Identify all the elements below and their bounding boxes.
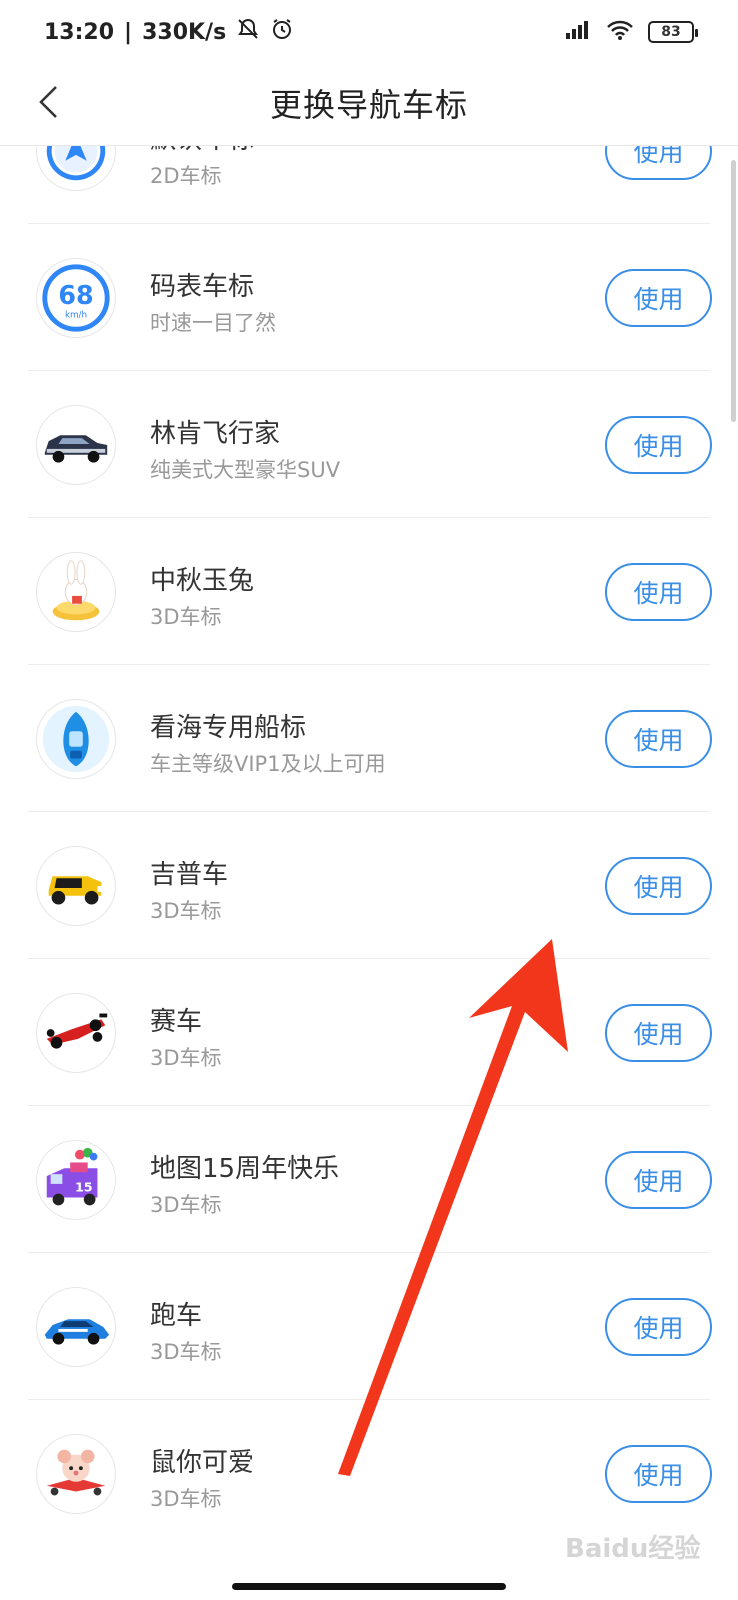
race-car-icon [36,993,116,1073]
boat-icon [36,699,116,779]
item-title: 看海专用船标 [150,713,307,743]
item-subtitle: 纯美式大型豪华SUV [150,458,341,482]
item-title: 中秋玉兔 [150,566,255,596]
use-button[interactable]: 使用 [605,1151,712,1209]
watermark: Baidu经验 [565,1534,701,1564]
item-subtitle: 3D车标 [150,1340,222,1364]
list-item: 吉普车 3D车标 使用 [0,812,738,959]
speedometer-icon: 68 km/h [36,258,116,338]
title-bar: 更换导航车标 [0,64,738,146]
svg-text:15: 15 [75,1180,93,1195]
use-button[interactable]: 使用 [605,1298,712,1356]
item-subtitle: 时速一目了然 [150,311,276,335]
list-item: 跑车 3D车标 使用 [0,1253,738,1400]
status-time: 13:20 [44,19,115,45]
item-title: 跑车 [150,1301,203,1331]
jade-rabbit-icon [36,552,116,632]
anniversary-van-icon: 15 [36,1140,116,1220]
status-bar: 13:20 | 330K/s 83 [0,0,738,64]
home-indicator[interactable] [232,1583,506,1590]
list-item: 赛车 3D车标 使用 [0,959,738,1106]
signal-icon [564,19,592,45]
item-subtitle: 车主等级VIP1及以上可用 [150,752,386,776]
list-item: 中秋玉兔 3D车标 使用 [0,518,738,665]
item-subtitle: 3D车标 [150,899,222,923]
list-item: 15 地图15周年快乐 3D车标 使用 [0,1106,738,1253]
use-button[interactable]: 使用 [605,857,712,915]
svg-text:km/h: km/h [65,311,87,321]
item-title: 吉普车 [150,860,229,890]
use-button[interactable]: 使用 [605,563,712,621]
alarm-icon [270,17,294,47]
item-subtitle: 3D车标 [150,1487,222,1511]
item-title: 林肯飞行家 [150,419,281,449]
sports-car-icon [36,1287,116,1367]
use-button[interactable]: 使用 [605,710,712,768]
item-subtitle: 3D车标 [150,605,222,629]
item-subtitle: 3D车标 [150,1046,222,1070]
list-item: 林肯飞行家 纯美式大型豪华SUV 使用 [0,371,738,518]
item-title: 码表车标 [150,272,255,302]
list-item: 鼠你可爱 3D车标 使用 [0,1400,738,1547]
item-title: 赛车 [150,1007,203,1037]
use-button[interactable]: 使用 [605,1445,712,1503]
mute-icon [236,17,260,47]
page-title: 更换导航车标 [269,86,468,124]
list-item: 看海专用船标 车主等级VIP1及以上可用 使用 [0,665,738,812]
item-title: 鼠你可爱 [150,1448,255,1478]
use-button[interactable]: 使用 [605,269,712,327]
status-speed: 330K/s [142,19,227,45]
list-item: 68 km/h 码表车标 时速一目了然 使用 [0,224,738,371]
jeep-icon [36,846,116,926]
battery-indicator: 83 [648,21,698,43]
item-subtitle: 2D车标 [150,164,222,188]
scrollbar[interactable] [731,160,736,422]
use-button[interactable]: 使用 [605,1004,712,1062]
suv-car-icon [36,405,116,485]
mouse-plane-icon [36,1434,116,1514]
car-icon-list: 默认车标 2D车标 使用 68 km/h 码表车标 时速一目了然 使用 林肯飞行… [0,77,738,1547]
wifi-icon [606,19,634,45]
item-subtitle: 3D车标 [150,1193,222,1217]
use-button[interactable]: 使用 [605,416,712,474]
svg-text:68: 68 [58,280,93,310]
item-title: 地图15周年快乐 [150,1154,340,1184]
